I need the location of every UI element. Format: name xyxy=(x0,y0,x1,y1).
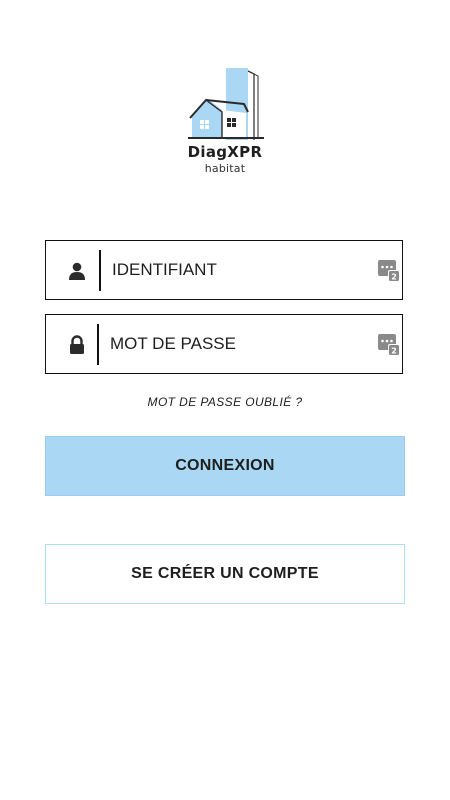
password-field[interactable]: 2 xyxy=(45,314,403,374)
svg-text:2: 2 xyxy=(391,347,397,356)
keyboard-icon[interactable]: 2 xyxy=(378,260,400,282)
app-logo: DiagXPR habitat xyxy=(0,66,450,178)
lock-icon xyxy=(70,335,84,354)
house-building-logo-icon xyxy=(188,68,264,140)
create-account-button-label: SE CRÉER UN COMPTE xyxy=(131,565,319,582)
forgot-password-link[interactable]: MOT DE PASSE OUBLIÉ ? xyxy=(0,395,450,409)
app-subtitle: habitat xyxy=(204,162,246,175)
password-input[interactable] xyxy=(110,329,362,359)
create-account-button[interactable]: SE CRÉER UN COMPTE xyxy=(45,544,405,604)
login-screen: DiagXPR habitat 2 xyxy=(0,0,450,800)
username-field[interactable]: 2 xyxy=(45,240,403,300)
username-input[interactable] xyxy=(112,255,362,285)
keyboard-icon[interactable]: 2 xyxy=(378,334,400,356)
user-icon xyxy=(69,262,85,280)
field-divider xyxy=(99,250,101,291)
field-divider xyxy=(97,324,99,365)
login-button[interactable]: CONNEXION xyxy=(45,436,405,496)
login-button-label: CONNEXION xyxy=(175,457,275,474)
app-name: DiagXPR xyxy=(187,143,263,161)
svg-text:2: 2 xyxy=(391,273,397,282)
